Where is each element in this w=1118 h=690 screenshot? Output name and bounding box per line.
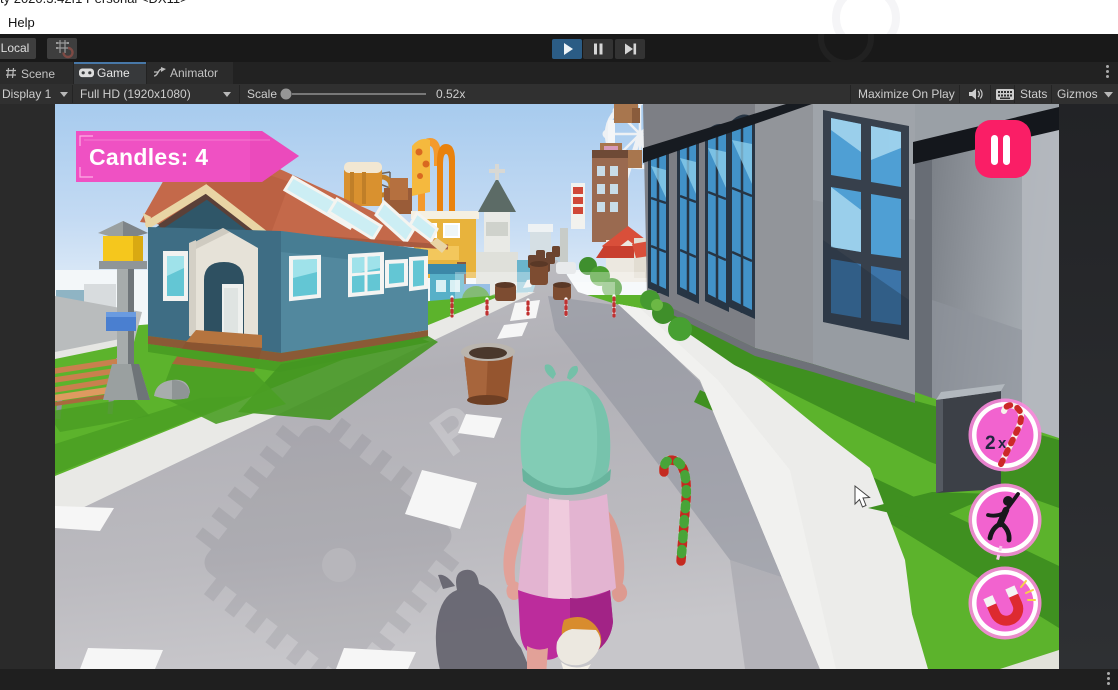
svg-text:2: 2: [985, 433, 996, 454]
svg-text:Candles: 4: Candles: 4: [89, 144, 208, 170]
